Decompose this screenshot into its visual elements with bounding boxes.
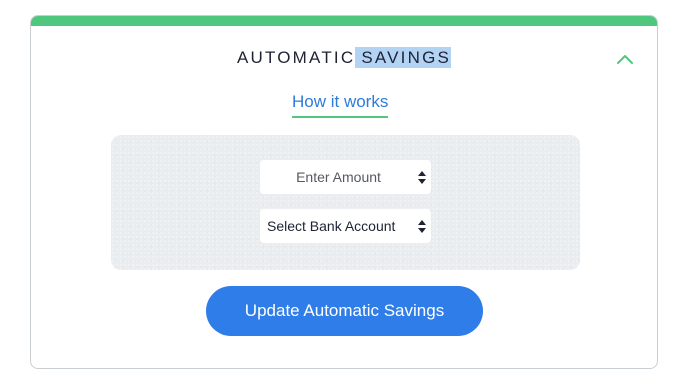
automatic-savings-card: AUTOMATIC SAVINGS How it works Enter Amou… [30, 15, 658, 369]
savings-form-panel: Enter Amount Select Bank Account [111, 135, 580, 270]
amount-select[interactable]: Enter Amount [260, 160, 431, 194]
card-accent-bar [31, 16, 657, 26]
bank-account-select[interactable]: Select Bank Account [260, 209, 431, 243]
collapse-button[interactable] [615, 52, 635, 66]
card-title-part2-selected: SAVINGS [355, 47, 452, 68]
select-arrows-icon [418, 220, 426, 233]
card-title: AUTOMATIC SAVINGS [31, 47, 657, 68]
chevron-up-icon [617, 55, 633, 64]
bank-account-select-value: Select Bank Account [267, 218, 396, 234]
card-title-part1: AUTOMATIC [236, 48, 356, 67]
update-automatic-savings-button[interactable]: Update Automatic Savings [206, 286, 483, 336]
how-it-works-link[interactable]: How it works [292, 92, 389, 118]
select-arrows-icon [418, 171, 426, 184]
amount-select-value: Enter Amount [296, 169, 381, 185]
